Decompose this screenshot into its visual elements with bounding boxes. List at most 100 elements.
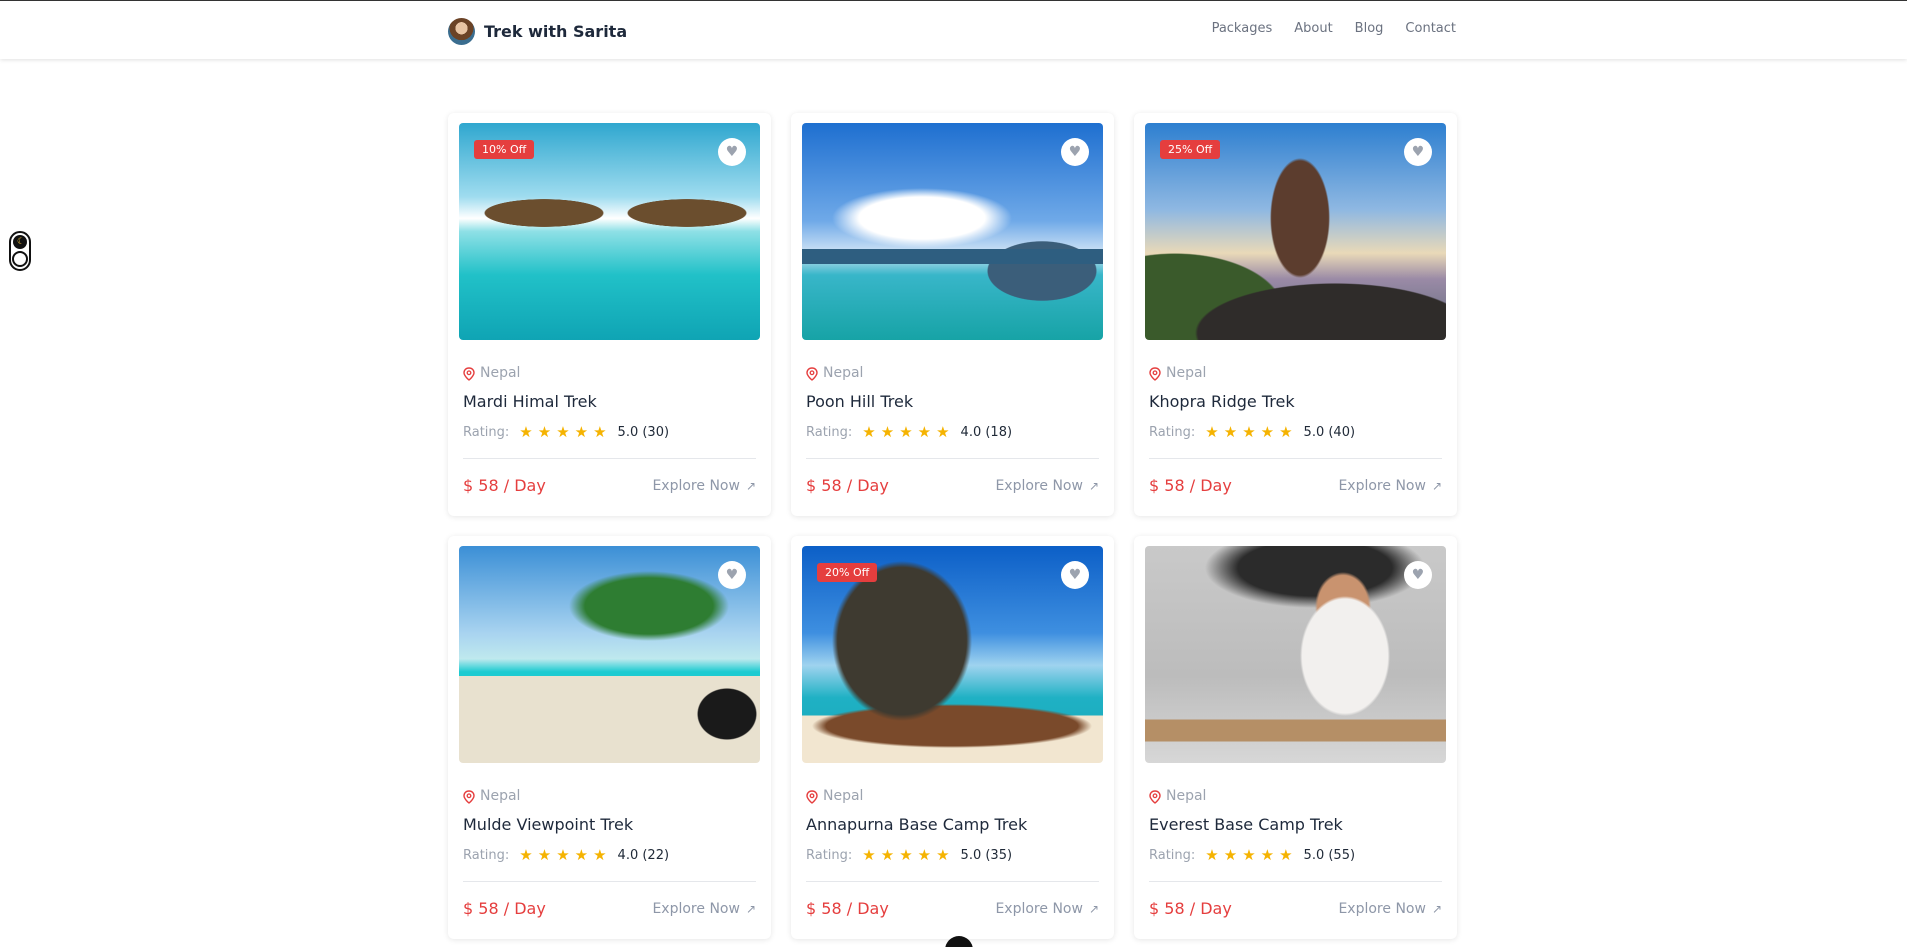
nav-blog[interactable]: Blog [1355,21,1384,36]
explore-now-link[interactable]: Explore Now ↗ [652,901,756,917]
rating-row: Rating: ★★★★★ 5.0 (35) [802,845,1103,865]
toggle-active-knob: ☾ [13,235,27,249]
rating-row: Rating: ★★★★★ 5.0 (40) [1145,422,1446,442]
location-text: Nepal [480,788,521,804]
location-pin-icon [1149,366,1161,381]
rating-value: 5.0 (55) [1303,847,1356,863]
heart-icon[interactable]: ♥ [1404,561,1432,589]
heart-icon[interactable]: ♥ [718,561,746,589]
package-card[interactable]: ♥ Nepal Mulde Viewpoint Trek Rating: ★★★… [448,536,771,939]
rating-label: Rating: [463,424,510,440]
location: Nepal [459,364,760,382]
top-navbar: Trek with Sarita Packages About Blog Con… [0,0,1907,59]
location-text: Nepal [823,365,864,381]
package-card[interactable]: 10% Off ♥ Nepal Mardi Himal Trek Rating:… [448,113,771,516]
package-title[interactable]: Everest Base Camp Trek [1145,815,1446,837]
rating-row: Rating: ★★★★★ 4.0 (18) [802,422,1103,442]
package-card[interactable]: 20% Off ♥ Nepal Annapurna Base Camp Trek… [791,536,1114,939]
card-footer: $ 58 / Day Explore Now ↗ [1145,882,1446,918]
star-rating-icon: ★★★★★ [1205,846,1298,864]
package-image: 25% Off ♥ [1145,123,1446,340]
package-title[interactable]: Mulde Viewpoint Trek [459,815,760,837]
location: Nepal [1145,787,1446,805]
rating-label: Rating: [806,424,853,440]
location-text: Nepal [1166,365,1207,381]
card-footer: $ 58 / Day Explore Now ↗ [459,882,760,918]
location-pin-icon [463,366,475,381]
rating-label: Rating: [1149,424,1196,440]
location-pin-icon [463,789,475,804]
rating-row: Rating: ★★★★★ 5.0 (55) [1145,845,1446,865]
discount-badge: 20% Off [817,563,878,582]
package-image: 20% Off ♥ [802,546,1103,763]
star-rating-icon: ★★★★★ [862,846,955,864]
price: $ 58 / Day [806,476,889,495]
star-rating-icon: ★★★★★ [519,846,612,864]
rating-label: Rating: [806,847,853,863]
brand-avatar [448,18,475,45]
location: Nepal [802,787,1103,805]
nav-packages[interactable]: Packages [1212,21,1273,36]
nav-about[interactable]: About [1294,21,1332,36]
package-image: ♥ [1145,546,1446,763]
card-footer: $ 58 / Day Explore Now ↗ [802,459,1103,495]
arrow-up-right-icon: ↗ [745,901,756,916]
price: $ 58 / Day [463,476,546,495]
explore-now-link[interactable]: Explore Now ↗ [1338,901,1442,917]
arrow-up-right-icon: ↗ [1088,901,1099,916]
arrow-up-right-icon: ↗ [1431,478,1442,493]
location: Nepal [802,364,1103,382]
rating-value: 4.0 (22) [617,847,670,863]
card-footer: $ 58 / Day Explore Now ↗ [1145,459,1446,495]
explore-label: Explore Now [995,900,1083,917]
brand-name: Trek with Sarita [484,22,628,41]
package-title[interactable]: Annapurna Base Camp Trek [802,815,1103,837]
rating-value: 5.0 (40) [1303,424,1356,440]
main-nav: Packages About Blog Contact [1212,21,1456,36]
package-title[interactable]: Mardi Himal Trek [459,392,760,414]
theme-toggle[interactable]: ☾ [9,231,31,271]
discount-badge: 10% Off [474,140,535,159]
package-image: ♥ [802,123,1103,340]
heart-icon[interactable]: ♥ [1061,561,1089,589]
explore-label: Explore Now [1338,900,1426,917]
package-grid: 10% Off ♥ Nepal Mardi Himal Trek Rating:… [448,113,1457,939]
heart-icon[interactable]: ♥ [1404,138,1432,166]
price: $ 58 / Day [1149,476,1232,495]
rating-value: 5.0 (35) [960,847,1013,863]
heart-icon[interactable]: ♥ [718,138,746,166]
explore-now-link[interactable]: Explore Now ↗ [995,901,1099,917]
moon-icon: ☾ [17,237,26,247]
rating-label: Rating: [463,847,510,863]
explore-now-link[interactable]: Explore Now ↗ [652,478,756,494]
explore-label: Explore Now [652,477,740,494]
arrow-up-right-icon: ↗ [1088,478,1099,493]
package-card[interactable]: ♥ Nepal Poon Hill Trek Rating: ★★★★★ 4.0… [791,113,1114,516]
location-text: Nepal [823,788,864,804]
location-pin-icon [1149,789,1161,804]
heart-icon[interactable]: ♥ [1061,138,1089,166]
explore-label: Explore Now [652,900,740,917]
package-card[interactable]: ♥ Nepal Everest Base Camp Trek Rating: ★… [1134,536,1457,939]
rating-row: Rating: ★★★★★ 5.0 (30) [459,422,760,442]
arrow-up-right-icon: ↗ [745,478,756,493]
location: Nepal [1145,364,1446,382]
package-title[interactable]: Khopra Ridge Trek [1145,392,1446,414]
star-rating-icon: ★★★★★ [862,423,955,441]
nav-contact[interactable]: Contact [1405,21,1456,36]
location-pin-icon [806,366,818,381]
price: $ 58 / Day [806,899,889,918]
package-image: ♥ [459,546,760,763]
arrow-up-right-icon: ↗ [1431,901,1442,916]
location-text: Nepal [480,365,521,381]
rating-label: Rating: [1149,847,1196,863]
explore-now-link[interactable]: Explore Now ↗ [1338,478,1442,494]
price: $ 58 / Day [1149,899,1232,918]
brand-link[interactable]: Trek with Sarita [448,18,627,45]
explore-now-link[interactable]: Explore Now ↗ [995,478,1099,494]
package-title[interactable]: Poon Hill Trek [802,392,1103,414]
star-rating-icon: ★★★★★ [1205,423,1298,441]
package-image: 10% Off ♥ [459,123,760,340]
rating-value: 5.0 (30) [617,424,670,440]
package-card[interactable]: 25% Off ♥ Nepal Khopra Ridge Trek Rating… [1134,113,1457,516]
